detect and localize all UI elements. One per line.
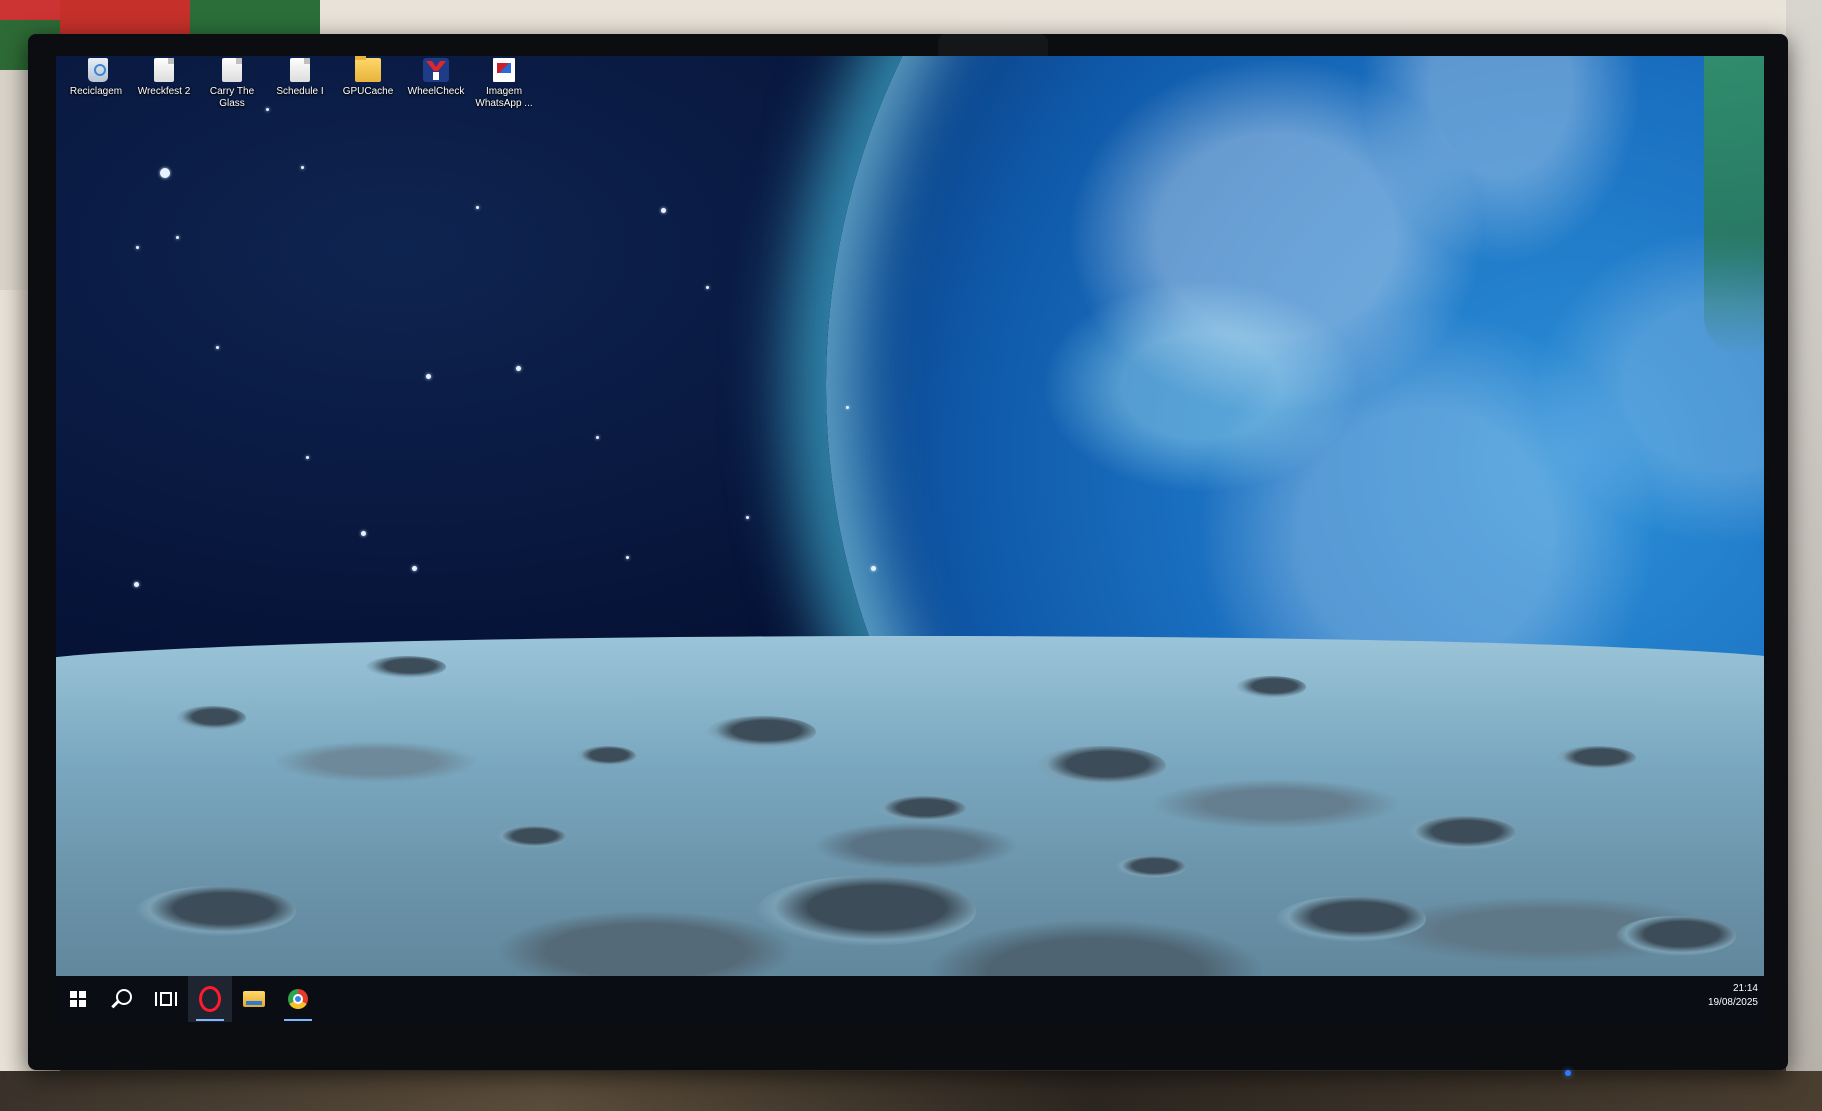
taskbar-clock[interactable]: 21:14 19/08/2025 [1708,982,1758,1010]
windows-logo-icon [70,991,86,1007]
star [706,286,709,289]
room-desk [0,1071,1822,1111]
chrome-icon [288,989,308,1009]
crater [756,876,976,946]
desktop-icon-schedule-i[interactable]: Schedule I [268,56,332,110]
star [301,166,304,169]
crater [496,826,566,848]
crater [136,886,296,936]
desktop-icon-label: Carry The Glass [209,86,255,109]
file-icon [290,58,310,82]
crater [1036,746,1166,786]
taskbar-app-file-explorer[interactable] [232,976,276,1022]
start-button[interactable] [56,976,100,1022]
crater [706,716,816,748]
task-view-button[interactable] [144,976,188,1022]
desktop-icon-label: Schedule I [276,86,324,97]
power-led [1565,1070,1571,1076]
star [412,566,417,571]
desktop-screen: Reciclagem Wreckfest 2 Carry The Glass S… [56,56,1764,1022]
crater [176,706,246,730]
star [596,436,599,439]
crater [876,796,966,822]
desktop-icon-label: WheelCheck [407,86,465,97]
desktop-icon-gpucache[interactable]: GPUCache [336,56,400,110]
star [160,168,170,178]
star [746,516,749,519]
search-icon [116,989,132,1005]
crater [366,656,446,678]
recycle-bin-icon [87,58,108,82]
clock-time: 21:14 [1732,983,1758,994]
opera-icon [199,986,221,1012]
desktop-icon-label: GPUCache [342,86,394,97]
taskbar: 21:14 19/08/2025 [56,976,1764,1022]
folder-icon [243,991,265,1007]
star [134,582,139,587]
desktop-icon-label: Imagem WhatsApp ... [475,86,533,109]
crater [1556,746,1636,770]
star [516,366,521,371]
taskbar-app-opera[interactable] [188,976,232,1022]
desktop-icon-label: Wreckfest 2 [137,86,191,97]
folder-icon [355,56,381,82]
crater [1276,896,1426,942]
taskbar-app-chrome[interactable] [276,976,320,1022]
desktop-icon-label: Reciclagem [69,86,123,97]
star [136,246,139,249]
image-file-icon [493,58,515,82]
desktop-icon-carry-the-glass[interactable]: Carry The Glass [200,56,264,110]
star [306,456,309,459]
desktop-icon-wreckfest-2[interactable]: Wreckfest 2 [132,56,196,110]
star [661,208,666,213]
crater [1236,676,1306,698]
star [476,206,479,209]
star [216,346,219,349]
room-right-wall [1786,0,1822,1111]
file-icon [154,58,174,82]
crater [1406,816,1516,850]
desktop-icon-reciclagem[interactable]: Reciclagem [64,56,128,110]
file-icon [222,58,242,82]
crater [1116,856,1186,878]
desktop-icon-wheelcheck[interactable]: WheelCheck [404,56,468,110]
crater [1616,916,1736,956]
star [361,531,366,536]
star [626,556,629,559]
wheelcheck-icon [423,58,449,82]
task-view-icon [155,992,177,1006]
wallpaper-land [1704,56,1764,356]
star [871,566,876,571]
star [176,236,179,239]
desktop-icons: Reciclagem Wreckfest 2 Carry The Glass S… [64,56,536,110]
desktop-icon-imagem-whatsapp[interactable]: Imagem WhatsApp ... [472,56,536,110]
clock-date: 19/08/2025 [1707,997,1758,1008]
crater [576,746,636,766]
star [426,374,431,379]
search-button[interactable] [100,976,144,1022]
star [846,406,849,409]
